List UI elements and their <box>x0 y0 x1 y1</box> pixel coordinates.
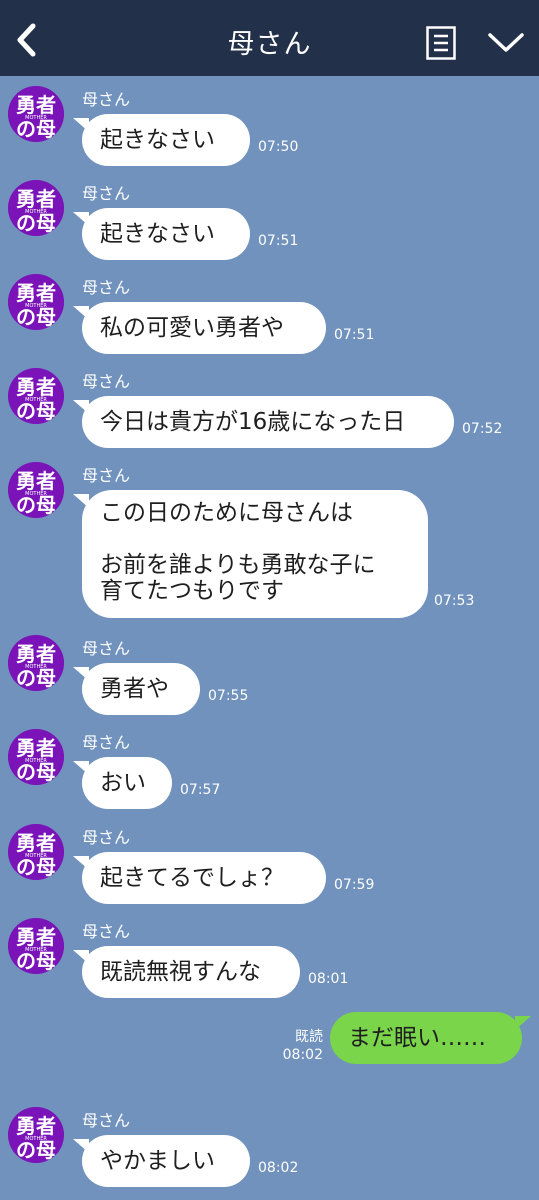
svg-text:の母: の母 <box>16 666 56 690</box>
message-bubble[interactable]: おい <box>73 757 172 809</box>
message-time: 07:57 <box>180 782 221 798</box>
message-time: 08:02 <box>258 1160 299 1176</box>
svg-text:の母: の母 <box>16 855 56 879</box>
sender-name: 母さん <box>82 90 131 109</box>
svg-text:勇者: 勇者 <box>16 469 56 493</box>
svg-text:の母: の母 <box>16 760 56 784</box>
svg-text:の母: の母 <box>16 1138 56 1162</box>
message-time: 07:52 <box>462 421 503 437</box>
read-receipt: 既読 08:02 <box>280 1028 323 1064</box>
avatar[interactable]: 勇者 MOTHER の母 <box>8 180 64 236</box>
chat-header: 母さん <box>0 0 539 76</box>
svg-text:勇者: 勇者 <box>16 281 56 305</box>
svg-text:勇者: 勇者 <box>16 1114 56 1138</box>
svg-text:勇者: 勇者 <box>16 736 56 760</box>
sender-name: 母さん <box>82 372 131 391</box>
svg-text:勇者: 勇者 <box>16 642 56 666</box>
message-time: 08:02 <box>282 1047 323 1063</box>
avatar-logo: 勇者 MOTHER の母 <box>8 274 64 330</box>
svg-text:勇者: 勇者 <box>16 925 56 949</box>
svg-text:の母: の母 <box>16 399 56 423</box>
sender-name: 母さん <box>82 639 131 658</box>
sender-name: 母さん <box>82 1111 131 1130</box>
avatar-logo: 勇者 MOTHER の母 <box>8 918 64 974</box>
svg-text:の母: の母 <box>16 949 56 973</box>
expand-button[interactable] <box>487 30 525 56</box>
message-time: 07:51 <box>258 233 299 249</box>
message-bubble[interactable]: 今日は貴方が16歳になった日 <box>73 396 454 448</box>
message-time: 07:51 <box>334 327 375 343</box>
message-time: 07:59 <box>334 877 375 893</box>
message-bubble[interactable]: 勇者や <box>73 663 200 715</box>
avatar-logo: 勇者 MOTHER の母 <box>8 86 64 142</box>
avatar-logo: 勇者 MOTHER の母 <box>8 368 64 424</box>
svg-text:の母: の母 <box>16 305 56 329</box>
svg-text:勇者: 勇者 <box>16 831 56 855</box>
avatar-logo: 勇者 MOTHER の母 <box>8 824 64 880</box>
avatar[interactable]: 勇者 MOTHER の母 <box>8 274 64 330</box>
message-bubble[interactable]: 起きてるでしょ？ <box>73 852 326 904</box>
avatar[interactable]: 勇者 MOTHER の母 <box>8 729 64 785</box>
message-time: 07:55 <box>208 688 249 704</box>
avatar[interactable]: 勇者 MOTHER の母 <box>8 1107 64 1163</box>
document-menu-icon <box>426 26 456 60</box>
svg-text:勇者: 勇者 <box>16 375 56 399</box>
sender-name: 母さん <box>82 278 131 297</box>
avatar[interactable]: 勇者 MOTHER の母 <box>8 368 64 424</box>
avatar[interactable]: 勇者 MOTHER の母 <box>8 86 64 142</box>
menu-button[interactable] <box>426 26 456 60</box>
message-time: 07:53 <box>434 593 475 609</box>
avatar-logo: 勇者 MOTHER の母 <box>8 635 64 691</box>
sender-name: 母さん <box>82 466 131 485</box>
avatar-logo: 勇者 MOTHER の母 <box>8 729 64 785</box>
avatar[interactable]: 勇者 MOTHER の母 <box>8 824 64 880</box>
my-message-bubble[interactable]: まだ眠い…… <box>330 1012 531 1064</box>
svg-text:勇者: 勇者 <box>16 187 56 211</box>
avatar-logo: 勇者 MOTHER の母 <box>8 462 64 518</box>
svg-text:の母: の母 <box>16 211 56 235</box>
svg-text:勇者: 勇者 <box>16 93 56 117</box>
message-bubble[interactable]: 起きなさい <box>73 208 250 260</box>
message-bubble[interactable]: やかましい <box>73 1135 250 1187</box>
message-time: 07:50 <box>258 139 299 155</box>
avatar[interactable]: 勇者 MOTHER の母 <box>8 918 64 974</box>
chevron-down-icon <box>488 33 524 52</box>
sender-name: 母さん <box>82 184 131 203</box>
message-bubble[interactable]: 私の可愛い勇者や <box>73 302 326 354</box>
svg-text:の母: の母 <box>16 117 56 141</box>
message-bubble[interactable]: この日のために母さんは お前を誰よりも勇敢な子に 育てたつもりです <box>73 490 428 618</box>
sender-name: 母さん <box>82 733 131 752</box>
message-bubble[interactable]: 既読無視すんな <box>73 946 300 998</box>
sender-name: 母さん <box>82 828 131 847</box>
message-bubble[interactable]: 起きなさい <box>73 114 250 166</box>
chat-title: 母さん <box>227 29 312 60</box>
svg-text:の母: の母 <box>16 493 56 517</box>
sender-name: 母さん <box>82 922 131 941</box>
avatar-logo: 勇者 MOTHER の母 <box>8 1107 64 1163</box>
read-label: 既読 <box>295 1029 323 1045</box>
avatar-logo: 勇者 MOTHER の母 <box>8 180 64 236</box>
avatar[interactable]: 勇者 MOTHER の母 <box>8 462 64 518</box>
message-time: 08:01 <box>308 971 349 987</box>
avatar[interactable]: 勇者 MOTHER の母 <box>8 635 64 691</box>
